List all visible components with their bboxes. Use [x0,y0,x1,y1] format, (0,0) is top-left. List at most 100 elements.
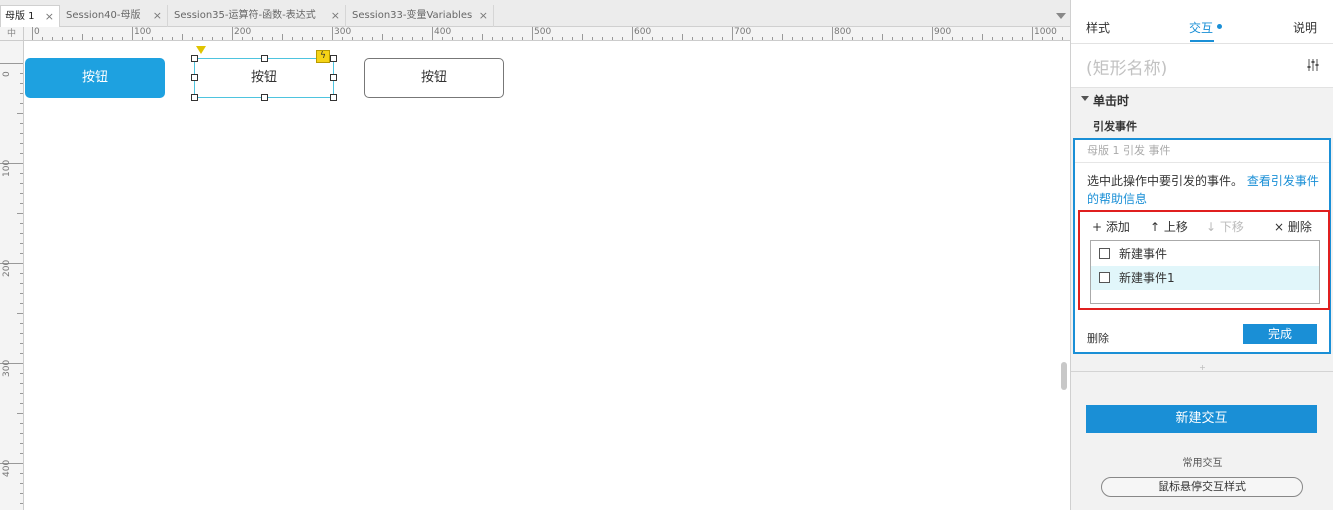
ruler-tick [17,213,23,214]
action-title: 引发事件 [1093,120,1137,133]
ruler-tick [542,37,543,40]
ruler-tick [20,243,23,244]
ruler-tick [20,233,23,234]
move-up-button[interactable]: ↑ 上移 [1150,218,1188,235]
event-checkbox[interactable] [1099,248,1110,259]
ruler-tick [822,37,823,40]
list-item[interactable]: 新建事件 [1091,242,1319,266]
vertical-ruler: 0 100 200 300 400 [0,41,24,510]
ruler-tick [202,37,203,40]
delete-event-button[interactable]: × 删除 [1274,218,1312,235]
ruler-tick [1032,27,1033,40]
resize-handle-s[interactable] [261,94,268,101]
ruler-tick [20,343,23,344]
tab-session33[interactable]: Session33-变量Variables × [348,5,494,27]
collapse-caret-icon[interactable] [1081,96,1089,101]
ruler-tick [772,37,773,40]
ruler-tick [20,283,23,284]
ruler-tick [492,37,493,40]
canvas-scrollbar[interactable] [1061,362,1067,390]
ruler-tick [20,223,23,224]
ruler-tick [20,353,23,354]
tab-style[interactable]: 样式 [1086,19,1110,36]
new-interaction-button[interactable]: 新建交互 [1086,405,1317,433]
ruler-tick [262,37,263,40]
ruler-tick [592,37,593,40]
shape-name-input[interactable]: (矩形名称) [1086,54,1167,79]
ruler-tick [322,37,323,40]
ruler-tick [812,37,813,40]
ruler-tick [852,37,853,40]
ruler-label: 300 [2,359,12,377]
canvas-selected-button[interactable]: 按钮 [194,58,334,98]
resize-handle-se[interactable] [330,94,337,101]
ruler-tick [582,34,583,40]
ruler-label: 200 [2,259,12,277]
resize-handle-n[interactable] [261,55,268,62]
resize-handle-sw[interactable] [191,94,198,101]
tab-interaction[interactable]: 交互 [1189,19,1213,36]
canvas-outline-button[interactable]: 按钮 [364,58,504,98]
delete-action-link[interactable]: 删除 [1087,330,1109,346]
done-button[interactable]: 完成 [1243,324,1317,344]
lightning-icon[interactable]: ϟ [316,50,330,63]
ruler-tick [712,37,713,40]
ruler-label: 500 [534,27,552,37]
ruler-tick [192,37,193,40]
tab-master-1[interactable]: 母版 1 × [0,5,60,28]
tab-session35[interactable]: Session35-运算符-函数-表达式 × [170,5,346,27]
ruler-tick [212,37,213,40]
ruler-tick [20,493,23,494]
ruler-tick [832,27,833,40]
ruler-tick [20,123,23,124]
ruler-tick [532,27,533,40]
ruler-tick [782,34,783,40]
ruler-label: 800 [834,27,852,37]
ruler-tick [572,37,573,40]
event-label: 新建事件 [1119,247,1168,261]
ruler-tick [292,37,293,40]
hover-style-button[interactable]: 鼠标悬停交互样式 [1101,477,1303,497]
event-onclick-header[interactable]: 单击时 引发事件 [1071,88,1333,133]
ruler-tick [732,27,733,40]
sliders-icon[interactable] [1306,58,1320,72]
add-event-button[interactable]: + 添加 [1092,218,1130,235]
ruler-corner: 中 [0,27,24,41]
tab-list-dropdown-icon[interactable] [1056,13,1066,19]
ruler-tick [20,403,23,404]
ruler-tick [372,37,373,40]
tab-session40[interactable]: Session40-母版 × [62,5,168,27]
close-icon[interactable]: × [153,5,162,27]
resize-handle-ne[interactable] [330,55,337,62]
ruler-tick [902,37,903,40]
list-item[interactable]: 新建事件1 [1091,266,1319,290]
move-down-button[interactable]: ↓ 下移 [1206,218,1244,235]
tab-label: Session40-母版 [66,10,141,21]
ruler-tick [612,37,613,40]
ruler-tick [622,37,623,40]
ruler-tick [32,27,33,40]
canvas-primary-button[interactable]: 按钮 [25,58,165,98]
resize-handle-nw[interactable] [191,55,198,62]
ruler-tick [1042,37,1043,40]
ruler-tick [20,253,23,254]
ruler-tick [562,37,563,40]
resize-handle-e[interactable] [330,74,337,81]
resize-handle-w[interactable] [191,74,198,81]
ruler-tick [642,37,643,40]
event-checkbox[interactable] [1099,272,1110,283]
ruler-tick [20,383,23,384]
ruler-tick [912,37,913,40]
ruler-tick [762,37,763,40]
design-canvas[interactable] [24,42,1070,510]
tab-notes[interactable]: 说明 [1293,19,1317,36]
ruler-tick [882,34,883,40]
tab-label: 母版 1 [5,11,35,22]
ruler-label: 1000 [1034,27,1057,37]
close-icon[interactable]: × [45,6,54,28]
ruler-tick [412,37,413,40]
close-icon[interactable]: × [479,5,488,27]
event-title: 单击时 [1093,94,1130,108]
ruler-tick [20,93,23,94]
close-icon[interactable]: × [331,5,340,27]
